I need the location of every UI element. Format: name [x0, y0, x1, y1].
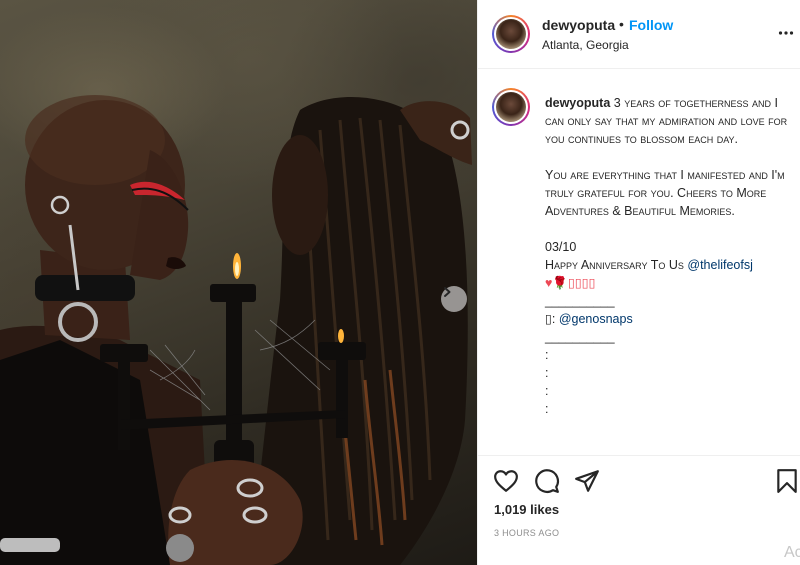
caption-username[interactable]: dewyoputa	[545, 96, 610, 110]
post-side-panel: dewyoputa • Follow Atlanta, Georgia dewy…	[477, 0, 800, 565]
add-comment-input[interactable]: Ac	[784, 544, 800, 562]
chevron-right-icon	[444, 287, 451, 297]
send-icon[interactable]	[574, 468, 600, 494]
caption-area: dewyoputa 3 years of togetherness and I …	[478, 70, 800, 456]
caption-divider-1: __________	[545, 294, 615, 308]
bookmark-icon[interactable]	[774, 468, 800, 494]
caption-dot: :	[545, 348, 549, 362]
credit-prefix: ▯:	[545, 312, 556, 326]
caption-dot: :	[545, 402, 549, 416]
post-timestamp[interactable]: 3 HOURS AGO	[494, 528, 559, 538]
likes-count[interactable]: 1,019 likes	[494, 502, 559, 517]
caption-dot: :	[545, 384, 549, 398]
caption-text: dewyoputa 3 years of togetherness and I …	[545, 94, 793, 418]
caption-paragraph-2: You are everything that I manifested and…	[545, 168, 785, 218]
location-link[interactable]: Atlanta, Georgia	[542, 38, 629, 52]
post-header: dewyoputa • Follow Atlanta, Georgia	[478, 0, 800, 69]
caption-divider-2: __________	[545, 330, 615, 344]
credit-mention-link[interactable]: @genosnaps	[559, 312, 633, 326]
comment-icon[interactable]	[534, 468, 560, 494]
mention-link[interactable]: @thelifeofsj	[687, 258, 753, 272]
follow-button[interactable]: Follow	[629, 17, 673, 33]
caption-avatar[interactable]	[492, 88, 530, 126]
carousel-next-button[interactable]	[441, 286, 467, 312]
caption-date: 03/10	[545, 240, 577, 254]
heart-icon[interactable]	[493, 468, 519, 494]
caption-anniversary: Happy Anniversary To Us	[545, 258, 684, 272]
more-horizontal-icon[interactable]	[778, 30, 794, 36]
caption-dot: :	[545, 366, 549, 380]
username-link[interactable]: dewyoputa	[542, 17, 615, 33]
caption-emojis: ♥🌹▯▯▯▯	[545, 276, 596, 290]
photo-illustration	[0, 95, 472, 565]
follow-separator: •	[619, 16, 624, 32]
post-photo[interactable]	[0, 0, 477, 565]
avatar[interactable]	[492, 15, 530, 53]
action-bar	[478, 456, 800, 504]
